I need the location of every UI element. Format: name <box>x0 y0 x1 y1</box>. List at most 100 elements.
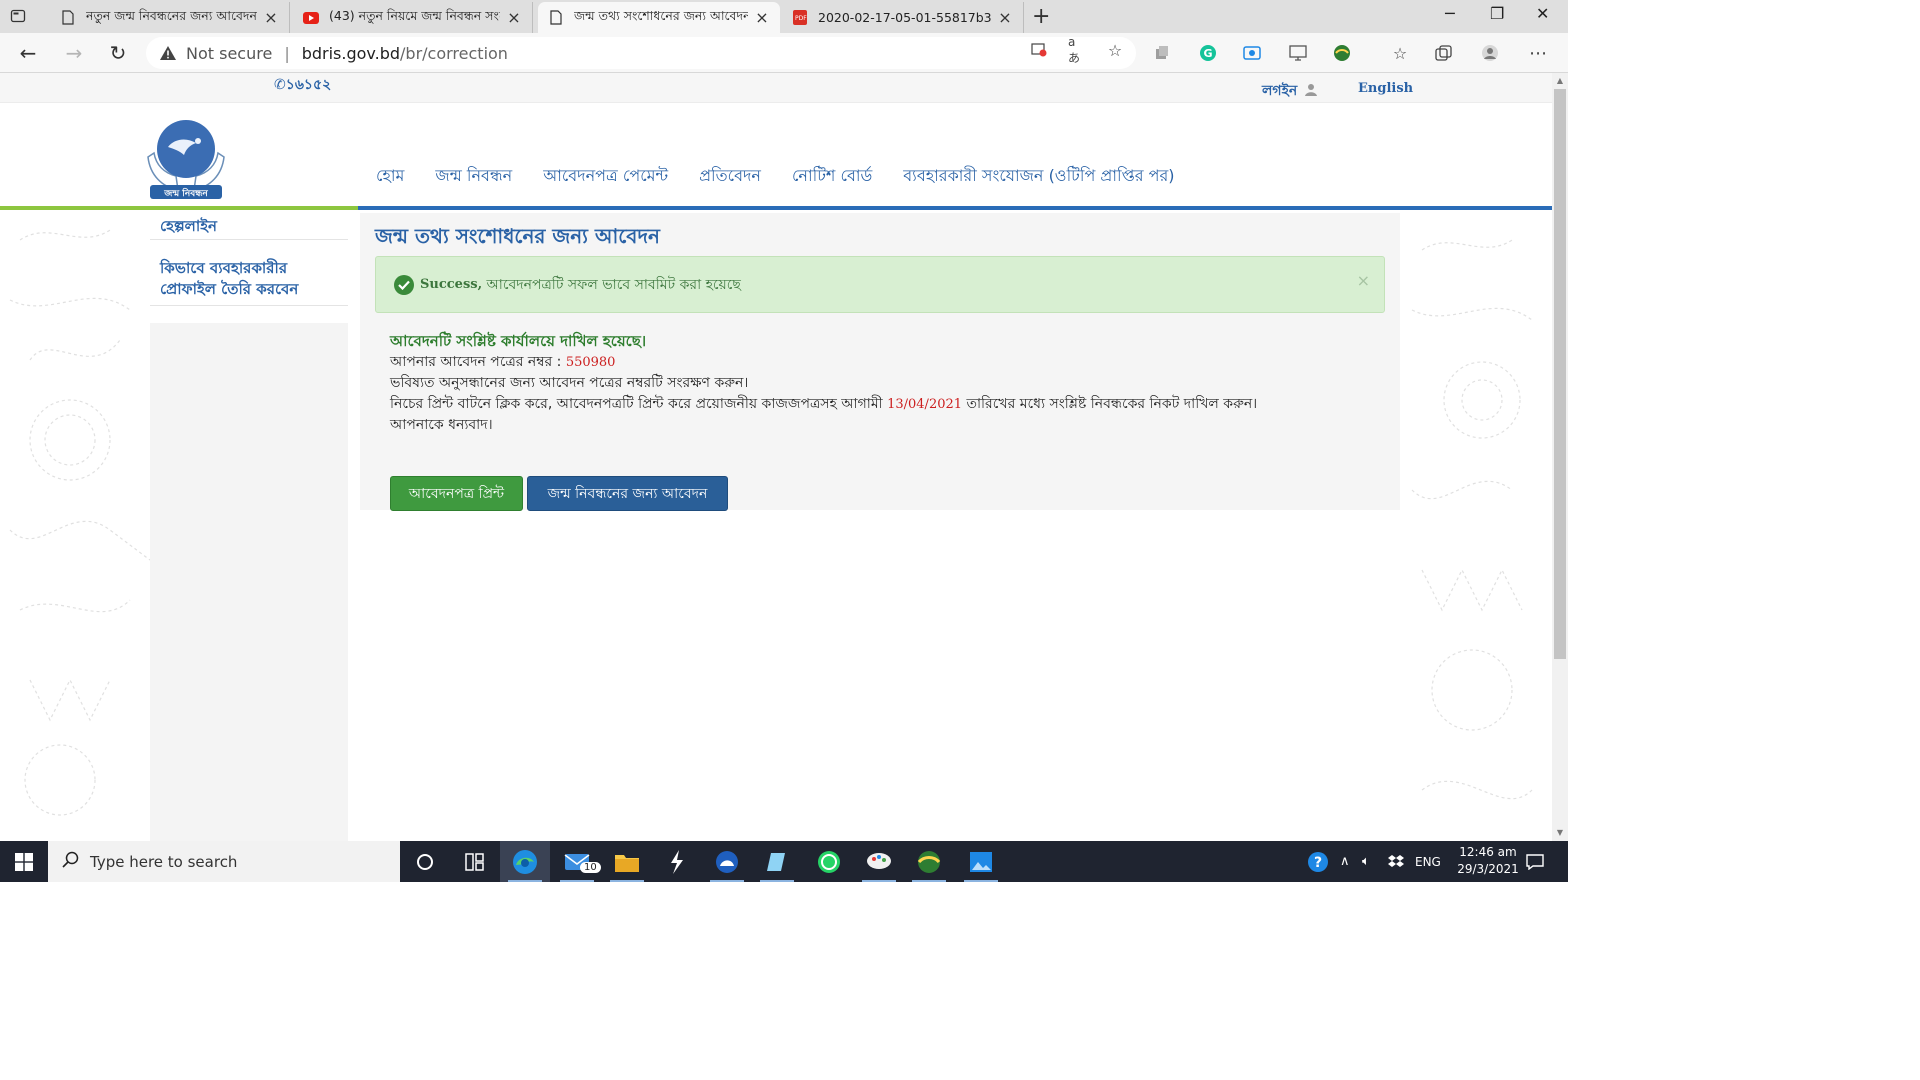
collections-extension-icon[interactable] <box>1152 43 1172 63</box>
page-scrollbar[interactable]: ▲ ▼ <box>1552 73 1568 841</box>
success-alert: Success, আবেদনপত্রটি সফল ভাবে সাবমিট করা… <box>375 256 1385 313</box>
globe-app-icon[interactable] <box>904 841 954 882</box>
tab-title: (43) নতুন নিয়মে জন্ম নিবন্ধন সংশোধন <box>329 7 500 23</box>
edge-browser-icon[interactable] <box>500 841 550 882</box>
application-number: 550980 <box>565 354 616 370</box>
close-tab-icon[interactable]: × <box>754 8 770 27</box>
mail-badge: 10 <box>580 862 601 873</box>
nav-user-add[interactable]: ব্যবহারকারী সংযোজন (ওটিপি প্রাপ্তির পর) <box>903 163 1174 190</box>
login-link[interactable]: লগইন <box>1262 79 1318 103</box>
alert-close-icon[interactable]: × <box>1357 271 1370 290</box>
file-explorer-icon[interactable] <box>602 841 652 882</box>
svg-text:G: G <box>1204 47 1213 60</box>
scroll-up-icon[interactable]: ▲ <box>1552 73 1568 89</box>
cast-icon[interactable] <box>1288 43 1308 63</box>
nav-home[interactable]: হোম <box>376 163 404 190</box>
scrollbar-thumb[interactable] <box>1554 89 1566 659</box>
mail-icon[interactable]: 10 <box>552 841 602 882</box>
application-number-line: আপনার আবেদন পত্রের নম্বর : 550980 <box>390 352 1257 374</box>
more-menu-icon[interactable]: ⋯ <box>1528 43 1548 64</box>
page-title: জন্ম তথ্য সংশোধনের জন্য আবেদন <box>375 224 660 248</box>
restore-icon[interactable]: ❐ <box>1490 4 1504 23</box>
url-path: /br/correction <box>400 43 508 63</box>
nav-birth-registration[interactable]: জন্ম নিবন্ধন <box>435 163 512 190</box>
notifications-icon[interactable] <box>1526 841 1544 882</box>
address-bar[interactable]: Not secure | bdris.gov.bd/br/correction <box>146 37 1136 69</box>
refresh-icon[interactable]: ↻ <box>106 41 130 65</box>
new-tab-icon[interactable]: + <box>1032 4 1050 29</box>
decorative-pattern-right <box>1411 239 1533 800</box>
deadline-date: 13/04/2021 <box>887 396 963 412</box>
tab-title: 2020-02-17-05-01-55817b362bc <box>818 10 991 25</box>
print-application-button[interactable]: আবেদনপত্র প্রিন্ট <box>390 476 523 511</box>
apply-birth-registration-button[interactable]: জন্ম নিবন্ধনের জন্য আবেদন <box>527 476 728 511</box>
print-instruction: নিচের প্রিন্ট বাটনে ক্লিক করে, আবেদনপত্র… <box>390 394 1257 416</box>
photos-icon[interactable] <box>956 841 1006 882</box>
tab-pdf[interactable]: PDF 2020-02-17-05-01-55817b362bc × <box>782 2 1024 33</box>
notepad-icon[interactable] <box>752 841 802 882</box>
grammarly-icon[interactable]: G <box>1198 43 1218 63</box>
nav-application-payment[interactable]: আবেদনপত্র পেমেন্ট <box>543 163 668 190</box>
minimize-icon[interactable]: ─ <box>1445 4 1455 23</box>
winamp-icon[interactable] <box>652 841 702 882</box>
task-view-icon[interactable] <box>450 841 500 882</box>
tab-youtube[interactable]: (43) নতুন নিয়মে জন্ম নিবন্ধন সংশোধন × <box>293 2 533 33</box>
search-icon <box>62 851 80 873</box>
help-icon[interactable]: ? <box>1306 841 1330 882</box>
security-label: Not secure <box>186 43 273 63</box>
taskbar-search[interactable]: Type here to search <box>48 841 400 882</box>
sidebar: হেল্পলাইন কিভাবে ব্যবহারকারীর প্রোফাইল ত… <box>150 210 348 306</box>
phone-icon: ✆ <box>274 77 286 93</box>
scroll-down-icon[interactable]: ▼ <box>1552 825 1568 841</box>
page-icon <box>60 10 76 26</box>
svg-text:?: ? <box>1314 855 1322 871</box>
globe-extension-icon[interactable] <box>1332 43 1352 63</box>
close-tab-icon[interactable]: × <box>506 8 522 27</box>
nav-notice-board[interactable]: নোটিশ বোর্ড <box>792 163 872 190</box>
tab-actions-icon[interactable] <box>8 6 28 26</box>
site-logo[interactable]: জন্ম নিবন্ধন <box>144 117 228 201</box>
translate-icon[interactable]: aあ <box>1068 35 1086 65</box>
url-text: bdris.gov.bd/br/correction <box>302 44 508 63</box>
print-note-post: তারিখের মধ্যে সংশ্লিষ্ট নিবন্ধকের নিকট দ… <box>962 395 1258 412</box>
nav-divider-blue <box>358 206 1552 210</box>
whatsapp-icon[interactable] <box>804 841 854 882</box>
top-strip: ✆১৬১৫২ লগইন English <box>0 73 1552 103</box>
warning-icon[interactable] <box>160 46 178 60</box>
collections-icon[interactable] <box>1434 43 1454 63</box>
alert-text: আবেদনপত্রটি সফল ভাবে সাবমিট করা হয়েছে <box>482 276 741 293</box>
forward-icon[interactable]: → <box>62 41 86 65</box>
app-blue-circle-icon[interactable] <box>702 841 752 882</box>
close-tab-icon[interactable]: × <box>997 8 1013 27</box>
back-icon[interactable]: ← <box>16 41 40 65</box>
windows-start-icon[interactable] <box>0 841 48 882</box>
tray-chevron-icon[interactable]: ∧ <box>1340 841 1350 882</box>
user-icon <box>1305 83 1318 100</box>
add-favorite-icon[interactable]: ☆ <box>1106 41 1124 60</box>
system-clock[interactable]: 12:46 am 29/3/2021 <box>1440 844 1536 878</box>
tab-correction-active[interactable]: জন্ম তথ্য সংশোধনের জন্য আবেদন × <box>538 2 780 33</box>
message-heading: আবেদনটি সংশ্লিষ্ট কার্যালয়ে দাখিল হয়েছ… <box>390 332 647 350</box>
print-note-pre: নিচের প্রিন্ট বাটনে ক্লিক করে, আবেদনপত্র… <box>390 395 888 412</box>
tab-birth-registration[interactable]: নতুন জন্ম নিবন্ধনের জন্য আবেদন × <box>50 2 290 33</box>
paint-icon[interactable] <box>854 841 904 882</box>
pdf-icon: PDF <box>792 10 808 26</box>
volume-icon[interactable]: 🔈︎ <box>1362 841 1370 882</box>
favorites-icon[interactable]: ☆ <box>1390 43 1410 63</box>
profile-avatar-icon[interactable] <box>1480 43 1500 63</box>
language-switch-link[interactable]: English <box>1358 81 1413 96</box>
hotline[interactable]: ✆১৬১৫২ <box>274 73 331 97</box>
window-close-icon[interactable]: ✕ <box>1536 4 1549 23</box>
nav-report[interactable]: প্রতিবেদন <box>699 163 761 190</box>
dropbox-icon[interactable] <box>1388 841 1404 882</box>
input-language[interactable]: ENG <box>1415 841 1441 882</box>
tracking-blocked-icon[interactable] <box>1030 41 1048 59</box>
youtube-icon <box>303 10 319 26</box>
sidebar-item-helpline[interactable]: হেল্পলাইন <box>150 210 348 240</box>
clock-time: 12:46 am <box>1459 845 1517 859</box>
hotline-number: ১৬১৫২ <box>285 77 332 93</box>
sidebar-item-profile-guide[interactable]: কিভাবে ব্যবহারকারীর প্রোফাইল তৈরি করবেন <box>150 252 348 306</box>
screen-capture-icon[interactable] <box>1242 43 1262 63</box>
close-tab-icon[interactable]: × <box>263 8 279 27</box>
cortana-icon[interactable] <box>400 841 450 882</box>
